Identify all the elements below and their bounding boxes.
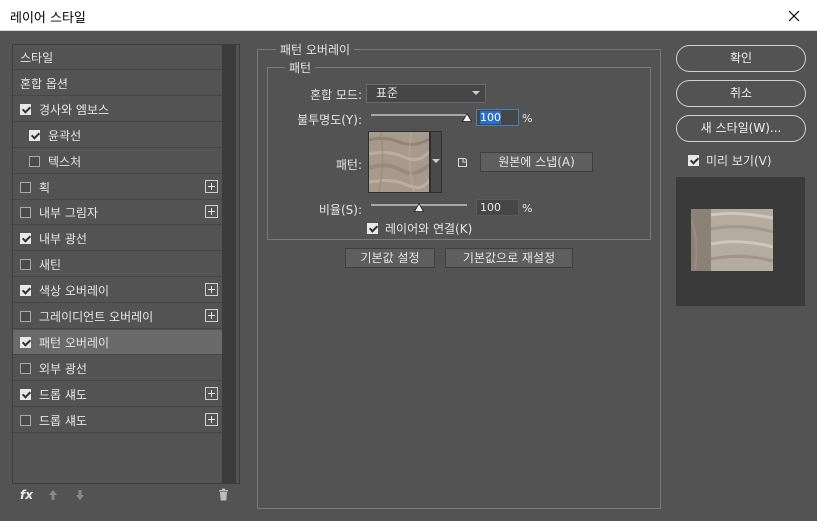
preview-checkbox[interactable]: 미리 보기(V): [688, 152, 772, 169]
style-item-label: 경사와 엠보스: [39, 102, 110, 117]
new-preset-icon[interactable]: [457, 157, 468, 168]
style-item[interactable]: 패턴 오버레이: [13, 330, 223, 355]
style-checkbox[interactable]: [20, 181, 31, 193]
style-checkbox[interactable]: [20, 310, 31, 322]
add-effect-icon[interactable]: [205, 205, 218, 218]
link-with-layer-label: 레이어와 연결(K): [385, 222, 473, 236]
trash-icon[interactable]: [218, 488, 229, 501]
style-item-label: 스타일: [20, 50, 54, 65]
arrow-up-icon[interactable]: [48, 489, 58, 501]
pattern-swatch[interactable]: [368, 131, 430, 193]
style-item[interactable]: 드롭 섀도: [13, 408, 223, 433]
cancel-button[interactable]: 취소: [676, 80, 806, 107]
blend-mode-label: 혼합 모드:: [309, 88, 362, 102]
style-item-label: 색상 오버레이: [39, 283, 110, 298]
add-effect-icon[interactable]: [205, 180, 218, 193]
ok-button[interactable]: 확인: [676, 45, 806, 72]
style-checkbox[interactable]: [20, 388, 31, 400]
style-item-label: 드롭 섀도: [39, 413, 87, 428]
style-item[interactable]: 색상 오버레이: [13, 278, 223, 303]
style-item[interactable]: 경사와 엠보스: [13, 97, 223, 122]
style-item-label: 내부 그림자: [39, 205, 99, 220]
new-style-button[interactable]: 새 스타일(W)...: [676, 115, 806, 142]
snap-to-origin-button[interactable]: 원본에 스냅(A): [480, 152, 593, 172]
opacity-label: 불투명도(Y):: [297, 113, 362, 127]
add-effect-icon[interactable]: [205, 309, 218, 322]
style-item-label: 내부 광선: [39, 231, 87, 246]
style-item-label: 윤곽선: [48, 128, 82, 143]
style-item-label: 외부 광선: [39, 361, 87, 376]
pattern-texture-image: [369, 132, 429, 192]
pattern-label: 패턴:: [335, 158, 362, 172]
style-item-label: 그레이디언트 오버레이: [39, 309, 154, 324]
title-bar: 레이어 스타일: [0, 0, 817, 31]
chevron-down-icon: [472, 91, 480, 95]
close-button[interactable]: [771, 0, 817, 31]
style-checkbox[interactable]: [20, 232, 31, 244]
add-effect-icon[interactable]: [205, 413, 218, 426]
opacity-input[interactable]: 100: [476, 109, 519, 126]
scale-input[interactable]: 100: [476, 199, 519, 216]
style-checkbox[interactable]: [20, 336, 31, 348]
preview-check[interactable]: [688, 155, 699, 166]
reset-to-default-button[interactable]: 기본값으로 재설정: [445, 248, 573, 268]
pattern-picker-button[interactable]: [430, 131, 442, 193]
link-with-layer-check[interactable]: [367, 223, 378, 234]
style-checkbox[interactable]: [20, 103, 31, 115]
style-item[interactable]: 텍스처: [13, 149, 223, 174]
style-item-label: 혼합 옵션: [20, 76, 68, 91]
opacity-value: 100: [480, 111, 501, 124]
style-item-label: 새틴: [39, 257, 62, 272]
preview-image: [691, 209, 773, 271]
scale-value: 100: [480, 201, 501, 214]
style-item[interactable]: 드롭 섀도: [13, 382, 223, 407]
chevron-down-icon: [432, 159, 440, 163]
add-effect-icon[interactable]: [205, 387, 218, 400]
window-title: 레이어 스타일: [10, 11, 86, 26]
style-checkbox[interactable]: [29, 155, 40, 167]
style-item[interactable]: 윤곽선: [13, 123, 223, 148]
style-checkbox[interactable]: [20, 284, 31, 296]
style-checkbox[interactable]: [20, 206, 31, 218]
fx-button[interactable]: fx: [20, 488, 33, 502]
opacity-slider-track[interactable]: [371, 114, 467, 116]
style-item[interactable]: 외부 광선: [13, 356, 223, 381]
scale-percent: %: [522, 202, 533, 215]
blend-mode-select[interactable]: 표준: [366, 84, 486, 103]
style-item[interactable]: 스타일: [13, 45, 223, 70]
opacity-percent: %: [522, 112, 533, 125]
make-default-button[interactable]: 기본값 설정: [345, 248, 435, 268]
style-checkbox[interactable]: [29, 129, 40, 141]
style-checkbox[interactable]: [20, 258, 31, 270]
style-checkbox[interactable]: [20, 362, 31, 374]
styles-list: 스타일혼합 옵션경사와 엠보스윤곽선텍스처획내부 그림자내부 광선새틴색상 오버…: [12, 44, 240, 484]
style-item[interactable]: 획: [13, 175, 223, 200]
styles-scrollbar[interactable]: [222, 44, 236, 484]
style-item[interactable]: 내부 광선: [13, 226, 223, 251]
styles-toolbar: fx: [12, 484, 240, 508]
preview-thumbnail: [676, 177, 805, 306]
preview-label: 미리 보기(V): [706, 154, 772, 168]
opacity-slider-thumb[interactable]: [462, 113, 472, 122]
style-item-label: 획: [39, 180, 51, 195]
style-item-label: 드롭 섀도: [39, 387, 87, 402]
add-effect-icon[interactable]: [205, 283, 218, 296]
blend-mode-value: 표준: [376, 86, 399, 100]
close-icon: [788, 10, 800, 21]
style-checkbox[interactable]: [20, 414, 31, 426]
fx-icon: fx: [20, 488, 33, 502]
style-item-label: 텍스처: [48, 154, 82, 169]
style-item[interactable]: 그레이디언트 오버레이: [13, 304, 223, 329]
arrow-down-icon[interactable]: [75, 489, 85, 501]
style-item[interactable]: 내부 그림자: [13, 200, 223, 225]
style-item[interactable]: 새틴: [13, 252, 223, 277]
style-item-label: 패턴 오버레이: [39, 335, 110, 350]
style-item[interactable]: 혼합 옵션: [13, 71, 223, 96]
link-with-layer-checkbox[interactable]: 레이어와 연결(K): [367, 220, 472, 237]
scale-slider-thumb[interactable]: [414, 203, 424, 212]
pattern-group-title: 패턴: [285, 59, 316, 76]
scale-label: 비율(S):: [318, 203, 362, 217]
section-title: 패턴 오버레이: [276, 41, 355, 58]
